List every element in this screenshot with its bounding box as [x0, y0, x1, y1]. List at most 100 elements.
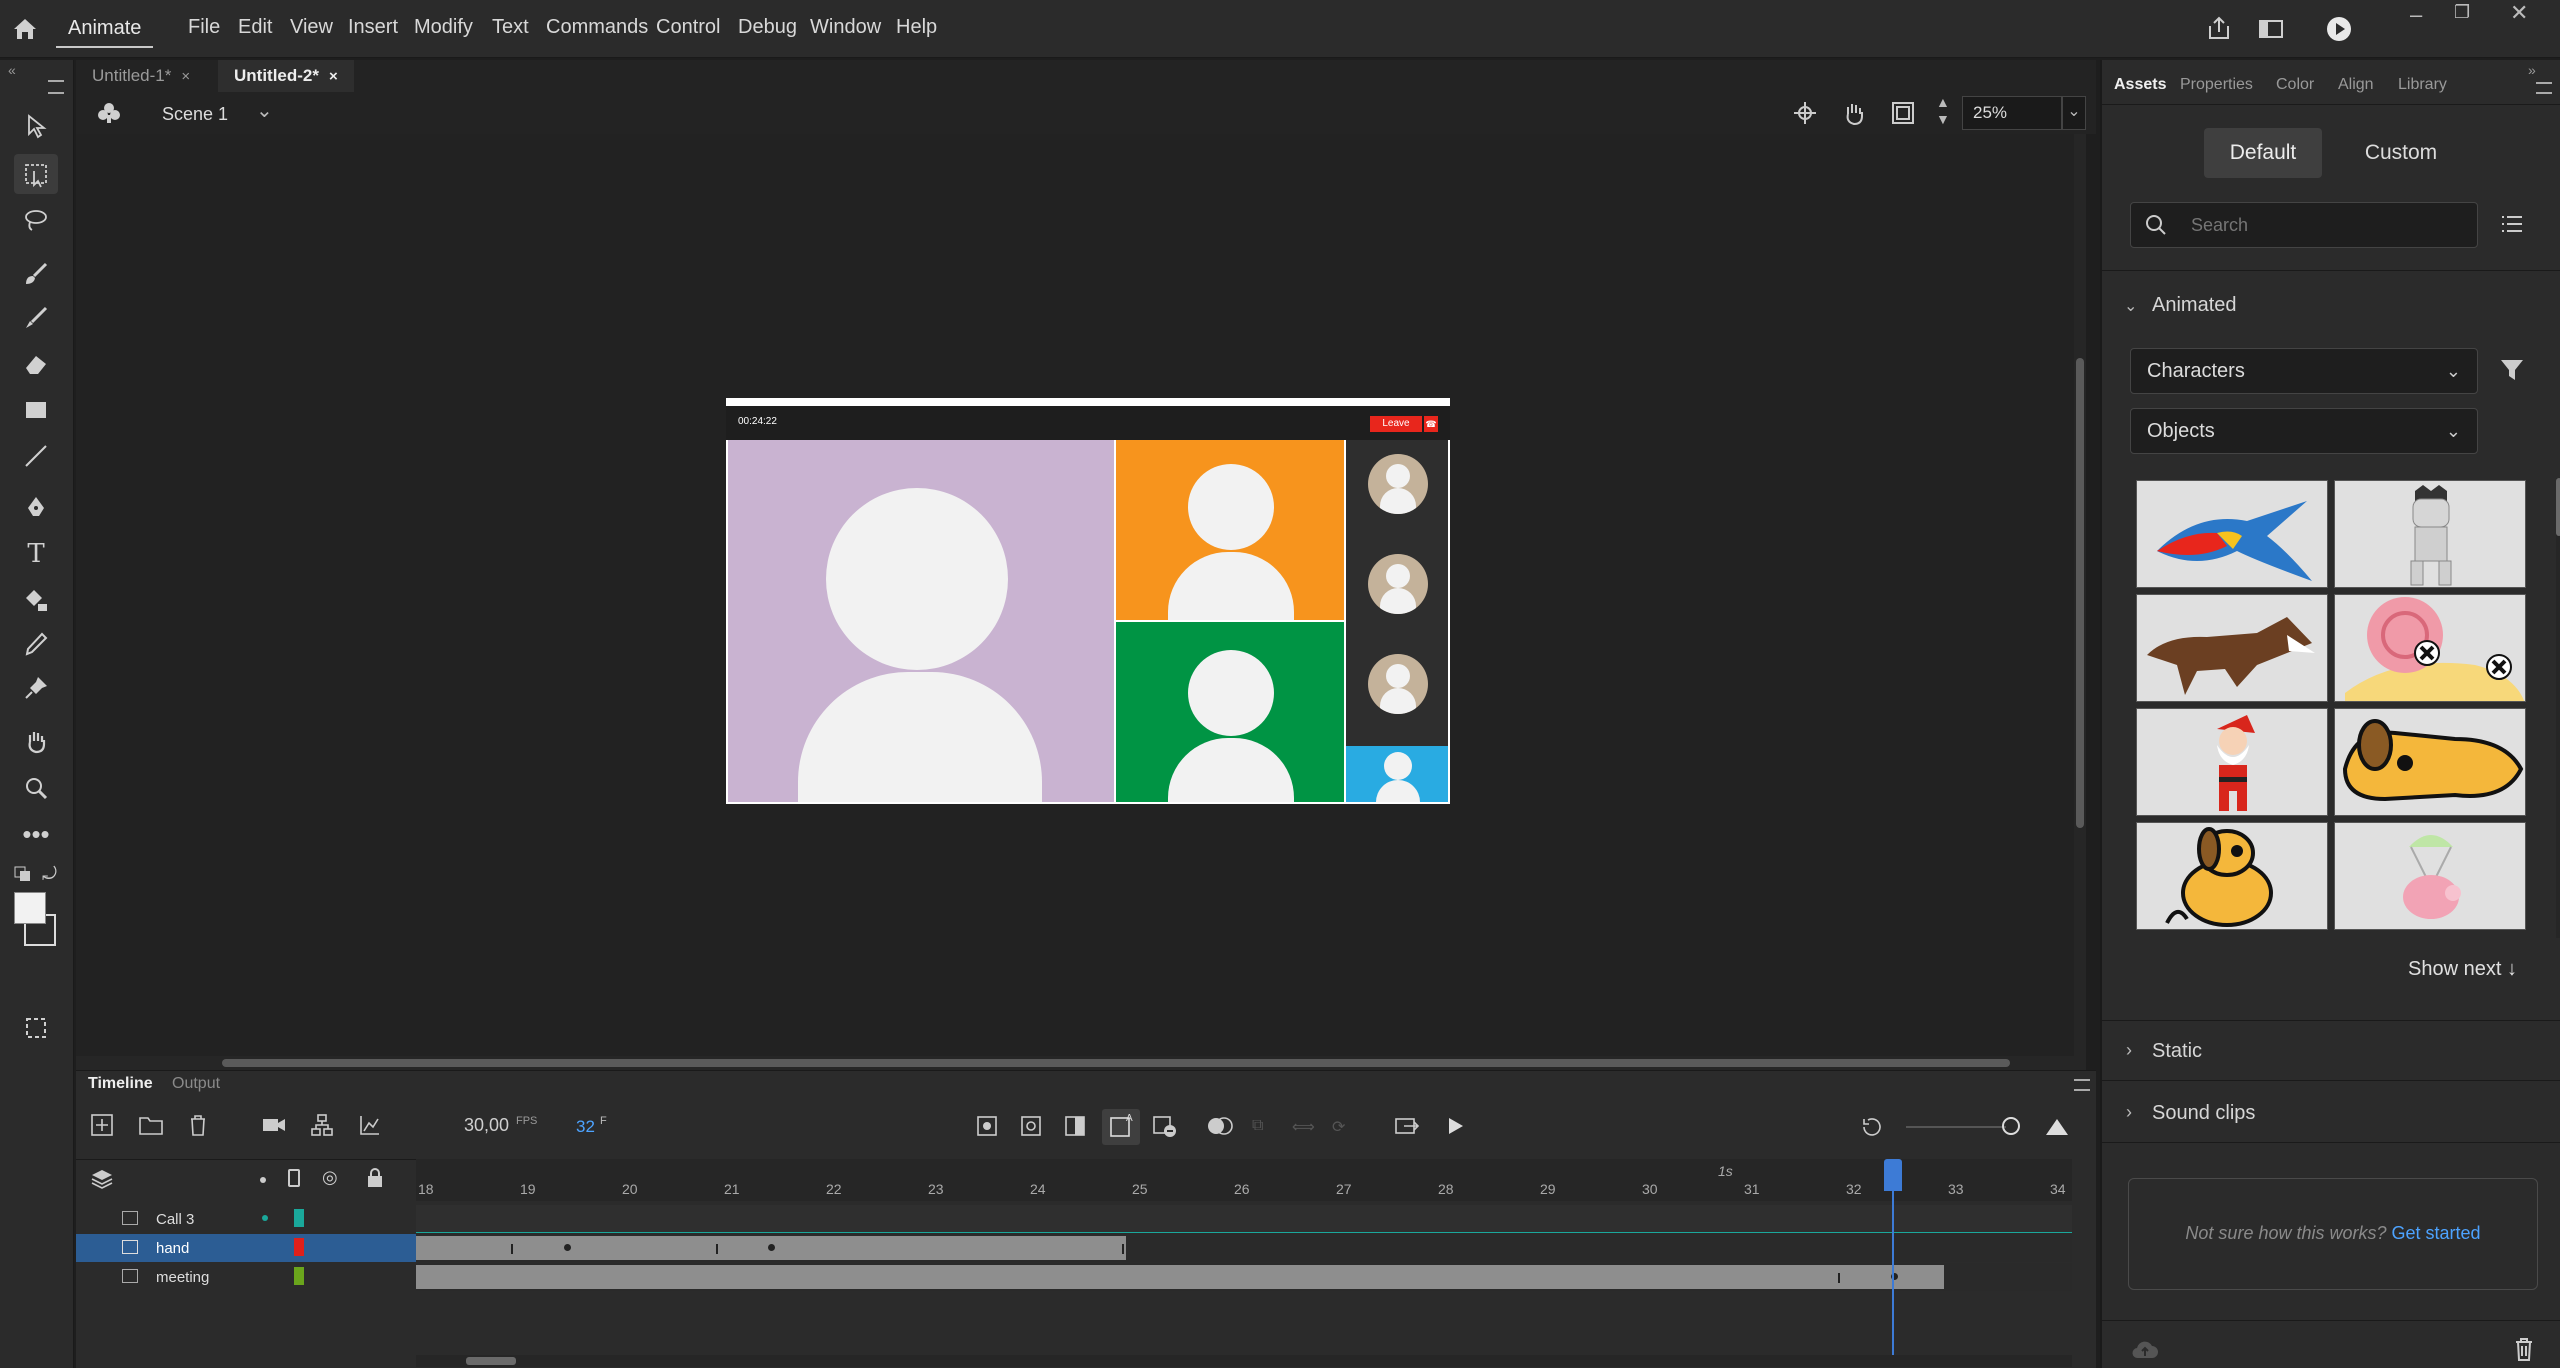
custom-segment-button[interactable]: Custom	[2338, 128, 2464, 178]
layer-row-call3[interactable]: Call 3	[76, 1205, 416, 1233]
keyframe-dot[interactable]	[768, 1244, 775, 1251]
menu-insert[interactable]: Insert	[348, 16, 398, 39]
go-to-icon[interactable]	[1394, 1115, 1420, 1142]
layer-highlight-dot[interactable]	[262, 1215, 268, 1221]
tab-timeline[interactable]: Timeline	[88, 1071, 153, 1097]
asset-santa[interactable]	[2136, 708, 2328, 816]
fit-timeline-icon[interactable]	[2044, 1115, 2070, 1142]
graph-editor-icon[interactable]	[358, 1113, 382, 1142]
swap-colors-icon[interactable]: ⤾	[42, 864, 57, 885]
tab-align[interactable]: Align	[2338, 76, 2374, 94]
insert-frame-icon[interactable]	[1064, 1115, 1086, 1142]
default-segment-button[interactable]: Default	[2204, 128, 2322, 178]
eraser-tool-icon[interactable]	[14, 344, 58, 384]
new-folder-icon[interactable]	[138, 1113, 164, 1142]
share-icon[interactable]	[2204, 14, 2234, 44]
app-name[interactable]: Animate	[56, 8, 154, 48]
center-stage-icon[interactable]	[1792, 100, 1818, 131]
new-layer-icon[interactable]	[90, 1113, 114, 1142]
frames-track-call3[interactable]	[416, 1205, 2072, 1233]
layer-name[interactable]: Call 3	[156, 1211, 194, 1228]
menu-commands[interactable]: Commands	[546, 16, 648, 39]
asset-dog-sitting[interactable]	[2136, 822, 2328, 930]
current-frame-value[interactable]: 32	[576, 1117, 595, 1137]
tools-menu-icon[interactable]	[48, 80, 64, 94]
edit-multiple-frames-icon[interactable]: ⧉	[1252, 1117, 1263, 1135]
asset-parrot[interactable]	[2136, 480, 2328, 588]
menu-control[interactable]: Control	[656, 16, 720, 39]
section-animated[interactable]: Animated	[2152, 294, 2237, 317]
layer-row-meeting[interactable]: meeting	[76, 1263, 416, 1291]
more-tools-icon[interactable]: •••	[14, 814, 58, 854]
close-window-icon[interactable]: ✕	[2510, 0, 2528, 26]
frame-span[interactable]	[416, 1265, 1944, 1289]
menu-text[interactable]: Text	[492, 16, 529, 39]
loop-markers-icon[interactable]: ⟺	[1292, 1117, 1315, 1137]
outline-layers-icon[interactable]	[288, 1169, 300, 1187]
tab-properties[interactable]: Properties	[2180, 76, 2253, 94]
pen-tool-icon[interactable]	[14, 488, 58, 528]
asset-wolf[interactable]	[2136, 594, 2328, 702]
lasso-tool-icon[interactable]	[14, 200, 58, 240]
frame-ruler[interactable]: 1s 18 19 20 21 22 23 24 25 26 27 28 29 3…	[416, 1159, 2072, 1201]
home-icon[interactable]	[10, 14, 40, 44]
asset-pig-parachute[interactable]	[2334, 822, 2526, 930]
layer-name[interactable]: meeting	[156, 1269, 209, 1286]
clear-keyframe-icon[interactable]	[1152, 1115, 1178, 1144]
frames-track-meeting[interactable]	[416, 1263, 2072, 1291]
menu-window[interactable]: Window	[810, 16, 881, 39]
search-input[interactable]	[2191, 213, 2461, 237]
layer-row-hand[interactable]: hand	[76, 1234, 416, 1262]
paint-bucket-tool-icon[interactable]	[14, 580, 58, 620]
hide-layers-icon[interactable]: ◎	[322, 1167, 338, 1188]
camera-rotate-icon[interactable]	[1840, 100, 1868, 133]
stage-canvas[interactable]: 00:24:22 Leave ☎	[726, 398, 1450, 804]
tab-library[interactable]: Library	[2398, 76, 2447, 94]
collapse-left-icon[interactable]: «	[8, 62, 16, 78]
scene-label[interactable]: Scene 1	[162, 104, 228, 125]
zoom-input[interactable]: 25%	[1962, 96, 2062, 130]
keyframe-dot[interactable]	[564, 1244, 571, 1251]
sync-icon[interactable]: ⟳	[1332, 1117, 1345, 1137]
tab-untitled-1[interactable]: Untitled-1* ×	[76, 60, 206, 92]
stage-horizontal-scrollbar[interactable]	[76, 1056, 2086, 1070]
menu-view[interactable]: View	[290, 16, 333, 39]
layer-name[interactable]: hand	[156, 1240, 189, 1257]
chevron-right-icon[interactable]: ›	[2126, 1102, 2132, 1123]
menu-modify[interactable]: Modify	[414, 16, 473, 39]
test-movie-icon[interactable]	[2324, 14, 2354, 44]
selection-tool-icon[interactable]	[14, 106, 58, 146]
symbol-icon[interactable]	[96, 100, 122, 131]
menu-file[interactable]: File	[188, 16, 220, 39]
subcategory-dropdown[interactable]: Objects ⌄	[2130, 408, 2478, 454]
delete-asset-icon[interactable]	[2512, 1336, 2536, 1367]
menu-debug[interactable]: Debug	[738, 16, 797, 39]
layer-outline-swatch[interactable]	[294, 1209, 304, 1227]
delete-layer-icon[interactable]	[186, 1113, 210, 1142]
stroke-color-swatch[interactable]	[14, 892, 46, 924]
zoom-tool-icon[interactable]	[14, 768, 58, 808]
leave-button[interactable]: Leave	[1370, 416, 1422, 432]
pin-tool-icon[interactable]	[14, 668, 58, 708]
loop-icon[interactable]	[1860, 1115, 1884, 1142]
cloud-upload-icon[interactable]	[2130, 1338, 2160, 1367]
minimize-icon[interactable]: –	[2410, 2, 2422, 28]
camera-icon[interactable]	[262, 1115, 286, 1140]
restore-icon[interactable]: ❐	[2454, 2, 2470, 23]
frames-track-hand[interactable]	[416, 1234, 2072, 1262]
tab-output[interactable]: Output	[172, 1071, 220, 1097]
category-dropdown[interactable]: Characters ⌄	[2130, 348, 2478, 394]
clip-content-icon[interactable]	[1890, 100, 1916, 131]
panel-menu-icon[interactable]	[2536, 82, 2552, 94]
section-static[interactable]: Static	[2152, 1040, 2202, 1063]
scene-dropdown-icon[interactable]: ⌄	[256, 98, 273, 123]
line-tool-icon[interactable]	[14, 436, 58, 476]
asset-search-field[interactable]	[2130, 202, 2478, 248]
filter-icon[interactable]	[2498, 356, 2526, 389]
insert-blank-keyframe-icon[interactable]	[1020, 1115, 1042, 1142]
default-colors-icon[interactable]	[14, 866, 32, 882]
brush-tool-icon[interactable]	[14, 298, 58, 338]
timeline-zoom-slider[interactable]	[1906, 1126, 2006, 1128]
play-icon[interactable]	[1444, 1115, 1466, 1142]
onion-skin-icon[interactable]	[1206, 1115, 1234, 1142]
